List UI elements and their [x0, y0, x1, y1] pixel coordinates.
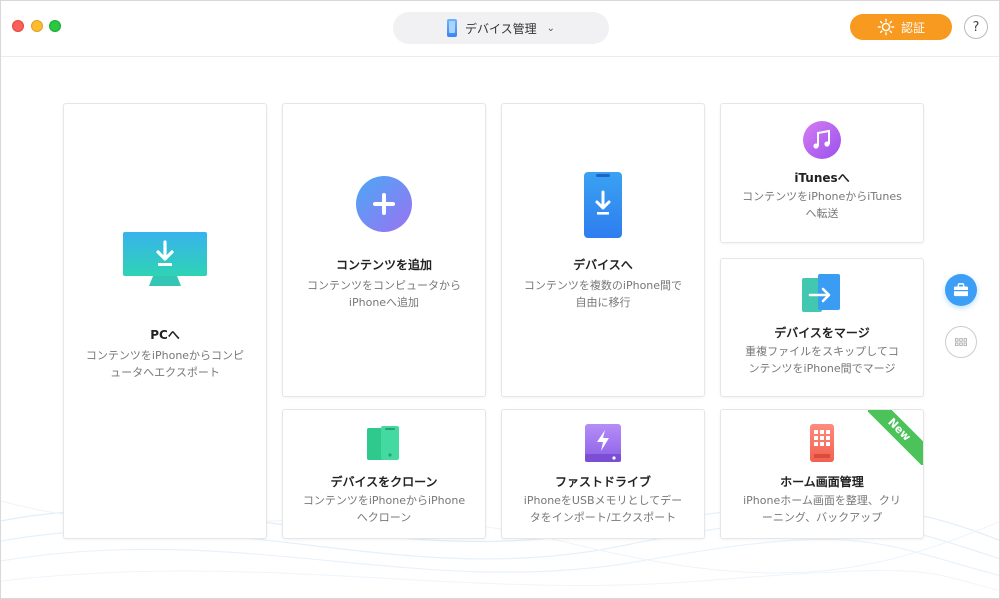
- grid-icon: [955, 337, 967, 346]
- authenticate-label: 認証: [900, 20, 925, 35]
- toolbox-icon: [954, 283, 968, 297]
- card-description-line: へ転送: [805, 207, 839, 220]
- card-description: 重複ファイルをスキップしてコ ンテンツをiPhone間でマージ: [735, 343, 909, 377]
- card-description-line: コンテンツをiPhoneからiPhone: [302, 494, 466, 507]
- card-title: ホーム画面管理: [780, 475, 864, 489]
- card-description: iPhoneをUSBメモリとしてデー タをインポート/エクスポート: [514, 492, 692, 526]
- card-description-line: ンテンツをiPhone間でマージ: [748, 362, 896, 375]
- card-title: デバイスをクローン: [330, 475, 438, 489]
- card-description: コンテンツをiPhoneからiPhone へクローン: [293, 492, 475, 526]
- card-to-pc[interactable]: PCへ コンテンツをiPhoneからコンピ ュータへエクスポート: [63, 103, 267, 539]
- card-home-screen[interactable]: New ホーム画面管理 iPhoneホーム画面を整理、クリ ーニング、バックアッ…: [720, 409, 924, 539]
- card-add-content[interactable]: コンテンツを追加 コンテンツをコンピュータから iPhoneへ追加: [282, 103, 486, 397]
- phone-download-icon: [584, 172, 622, 238]
- card-description-line: iPhoneホーム画面を整理、クリ: [743, 494, 901, 507]
- card-description-line: 自由に移行: [575, 296, 631, 309]
- card-description: コンテンツをiPhoneからコンピ ュータへエクスポート: [76, 347, 254, 381]
- card-merge-device[interactable]: デバイスをマージ 重複ファイルをスキップしてコ ンテンツをiPhone間でマージ: [720, 258, 924, 397]
- new-badge: New: [868, 410, 923, 465]
- card-description-line: コンテンツをコンピュータから: [307, 279, 461, 292]
- card-description-line: ーニング、バックアップ: [761, 511, 883, 524]
- card-description-line: 重複ファイルをスキップしてコ: [745, 345, 899, 358]
- maximize-window-button[interactable]: [49, 20, 61, 32]
- clone-phones-icon: [367, 426, 399, 460]
- device-selector[interactable]: デバイス管理 ⌄: [393, 12, 609, 44]
- title-bar: デバイス管理 ⌄ 認証 ?: [1, 1, 999, 57]
- close-window-button[interactable]: [12, 20, 24, 32]
- card-to-device[interactable]: デバイスへ コンテンツを複数のiPhone間で 自由に移行: [501, 103, 705, 397]
- monitor-download-icon: [123, 232, 207, 286]
- card-title: デバイスへ: [573, 258, 633, 272]
- card-description-line: iPhoneへ追加: [348, 296, 420, 309]
- itunes-music-icon: [803, 121, 841, 159]
- app-window: デバイス管理 ⌄ 認証 ? PCへ コンテンツをiPhoneからコンピ ュータへ…: [0, 0, 1000, 599]
- authenticate-button[interactable]: 認証: [850, 14, 952, 40]
- drive-lightning-icon: [585, 424, 621, 462]
- sun-icon: [877, 18, 895, 36]
- card-clone-device[interactable]: デバイスをクローン コンテンツをiPhoneからiPhone へクローン: [282, 409, 486, 539]
- card-description-line: へクローン: [356, 511, 412, 524]
- minimize-window-button[interactable]: [31, 20, 43, 32]
- card-description-line: ュータへエクスポート: [110, 366, 220, 379]
- card-title: PCへ: [150, 328, 180, 342]
- card-description-line: コンテンツをiPhoneからコンピ: [85, 349, 245, 362]
- card-description-line: iPhoneをUSBメモリとしてデー: [523, 494, 683, 507]
- new-badge-label: New: [868, 410, 923, 465]
- card-title: ファストドライブ: [554, 475, 651, 489]
- plus-circle-icon: [356, 176, 412, 232]
- category-view-button[interactable]: [945, 326, 977, 358]
- card-description: コンテンツをコンピュータから iPhoneへ追加: [297, 277, 471, 311]
- merge-phones-icon: [802, 274, 840, 312]
- card-to-itunes[interactable]: iTunesへ コンテンツをiPhoneからiTunes へ転送: [720, 103, 924, 243]
- iphone-icon: [446, 19, 457, 37]
- card-description: コンテンツを複数のiPhone間で 自由に移行: [514, 277, 692, 311]
- card-description-line: コンテンツをiPhoneからiTunes: [742, 190, 902, 203]
- card-title: コンテンツを追加: [335, 258, 432, 272]
- device-selector-label: デバイス管理: [464, 21, 537, 36]
- card-description: iPhoneホーム画面を整理、クリ ーニング、バックアップ: [733, 492, 911, 526]
- help-button[interactable]: ?: [964, 15, 988, 39]
- card-title: iTunesへ: [794, 171, 850, 185]
- card-description-line: タをインポート/エクスポート: [529, 511, 677, 524]
- card-title: デバイスをマージ: [774, 326, 870, 340]
- card-description: コンテンツをiPhoneからiTunes へ転送: [732, 188, 912, 222]
- card-description-line: コンテンツを複数のiPhone間で: [523, 279, 683, 292]
- home-screen-phone-icon: [810, 424, 834, 462]
- toolbox-button[interactable]: [945, 274, 977, 306]
- chevron-down-icon: ⌄: [546, 22, 556, 34]
- card-fast-drive[interactable]: ファストドライブ iPhoneをUSBメモリとしてデー タをインポート/エクスポ…: [501, 409, 705, 539]
